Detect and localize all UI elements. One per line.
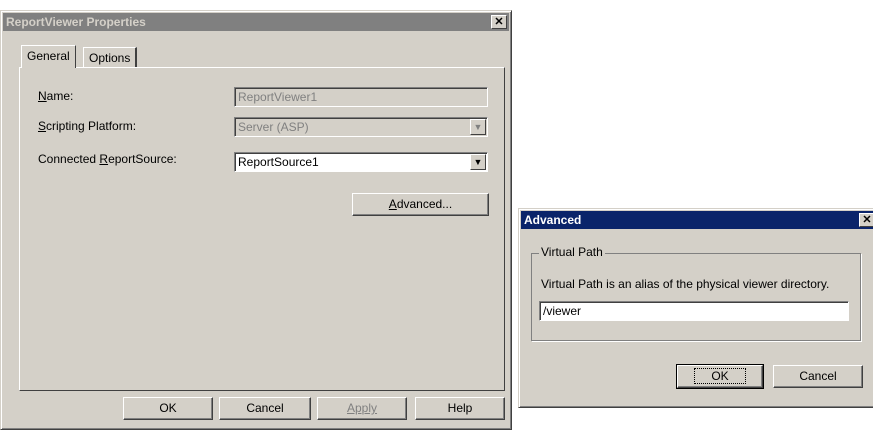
virtual-path-input[interactable]: /viewer: [539, 301, 849, 321]
advanced-ok-button[interactable]: OK: [676, 364, 764, 389]
tab-options-label: Options: [89, 51, 131, 65]
name-label: Name:: [38, 89, 73, 103]
apply-button[interactable]: Apply: [317, 397, 407, 420]
virtual-path-description: Virtual Path is an alias of the physical…: [541, 277, 830, 291]
advanced-ok-label: OK: [694, 368, 746, 384]
advanced-title: Advanced: [524, 213, 582, 227]
virtual-path-value: /viewer: [543, 304, 582, 318]
close-icon[interactable]: ✕: [491, 15, 507, 29]
scripting-platform-select[interactable]: Server (ASP) ▼: [234, 117, 488, 137]
advanced-cancel-button[interactable]: Cancel: [773, 365, 863, 388]
tab-options[interactable]: Options: [83, 47, 138, 68]
connected-value: ReportSource1: [238, 155, 319, 169]
name-value: ReportViewer1: [238, 90, 318, 104]
apply-button-label: Apply: [346, 401, 378, 415]
connected-label-text-pre: Connected: [38, 152, 100, 166]
help-button-label: Help: [447, 401, 473, 415]
properties-titlebar[interactable]: ReportViewer Properties ✕: [3, 13, 509, 31]
tab-general[interactable]: General: [21, 45, 76, 68]
tab-general-label: General: [27, 49, 70, 63]
chevron-down-icon[interactable]: ▼: [470, 119, 486, 135]
advanced-dialog: Advanced ✕ Virtual Path Virtual Path is …: [518, 208, 873, 408]
advanced-titlebar[interactable]: Advanced ✕: [521, 211, 873, 229]
cancel-button[interactable]: Cancel: [219, 397, 311, 420]
chevron-down-icon[interactable]: ▼: [470, 154, 486, 170]
connected-reportsource-label: Connected ReportSource:: [38, 152, 177, 166]
advanced-button[interactable]: Advanced...: [352, 193, 489, 216]
close-icon[interactable]: ✕: [859, 213, 873, 227]
connected-label-mnemonic: R: [99, 152, 109, 166]
connected-reportsource-select[interactable]: ReportSource1 ▼: [234, 152, 488, 172]
ok-button[interactable]: OK: [123, 397, 213, 420]
advanced-button-label: dvanced...: [396, 197, 453, 211]
advanced-cancel-label: Cancel: [799, 369, 837, 383]
scripting-label-mnemonic: S: [38, 119, 47, 133]
advanced-button-mnemonic: A: [388, 197, 397, 211]
cancel-button-label: Cancel: [246, 401, 284, 415]
name-field[interactable]: ReportViewer1: [234, 87, 488, 107]
name-label-mnemonic: N: [38, 89, 47, 103]
properties-dialog: ReportViewer Properties ✕ General Option…: [0, 10, 512, 430]
virtual-path-group: [531, 253, 861, 341]
help-button[interactable]: Help: [415, 397, 505, 420]
connected-label-text-post: eportSource:: [108, 152, 177, 166]
name-label-text: ame:: [46, 89, 74, 103]
properties-title: ReportViewer Properties: [6, 15, 146, 29]
general-panel: Name: ReportViewer1 Scripting Platform: …: [19, 67, 505, 391]
scripting-value: Server (ASP): [238, 120, 309, 134]
ok-button-label: OK: [159, 401, 177, 415]
scripting-label-text: cripting Platform:: [46, 119, 137, 133]
virtual-path-group-label: Virtual Path: [539, 245, 605, 259]
scripting-platform-label: Scripting Platform:: [38, 119, 136, 133]
